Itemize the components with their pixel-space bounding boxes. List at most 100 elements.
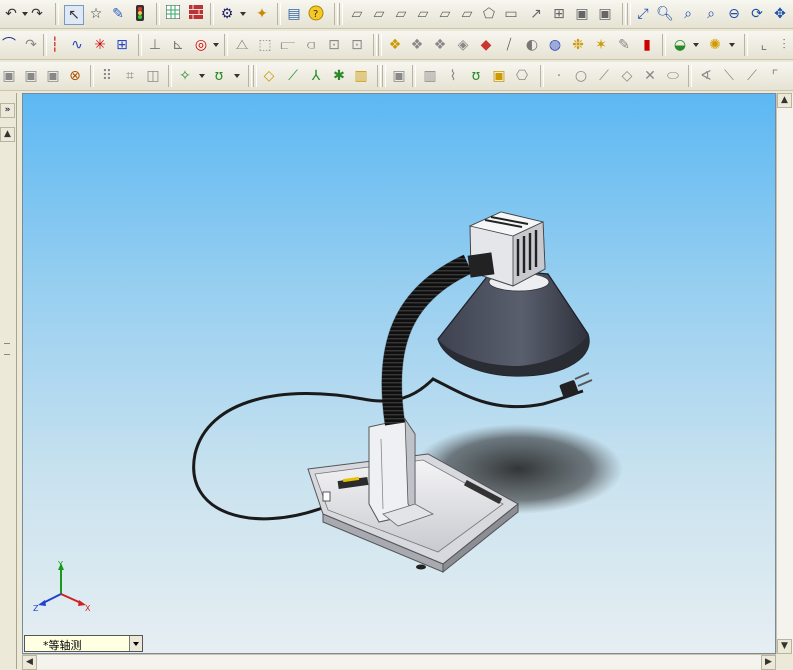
trim-icon[interactable]: ⫍: [279, 36, 297, 54]
curve-icon[interactable]: ⠿: [98, 67, 116, 85]
options-gear-dropdown-icon[interactable]: [729, 43, 735, 47]
zoom-in-out-icon[interactable]: ⌕: [679, 5, 697, 23]
extend-icon[interactable]: ⫏: [302, 36, 320, 54]
view-back-icon[interactable]: ▱: [370, 5, 388, 23]
expand-panel-button[interactable]: »: [0, 103, 15, 118]
circle-dim-dropdown-icon[interactable]: [213, 43, 219, 47]
view-bottom-icon[interactable]: ▱: [458, 5, 476, 23]
view-right-icon[interactable]: ▱: [414, 5, 432, 23]
view-orientation-select[interactable]: *等轴测: [24, 635, 143, 652]
dimension-icon[interactable]: ⊾: [169, 36, 187, 54]
explode-block-icon[interactable]: ⎔: [513, 67, 531, 85]
options-dropdown-icon[interactable]: [240, 12, 246, 16]
render-icon[interactable]: ◐: [523, 36, 541, 54]
rebuild-icon[interactable]: ✎: [109, 5, 127, 23]
block-icon[interactable]: ▣: [390, 67, 408, 85]
circle-sketch-icon[interactable]: ○: [572, 67, 590, 85]
shaded-icon[interactable]: ▣: [0, 67, 18, 85]
view-top-icon[interactable]: ▱: [436, 5, 454, 23]
view-orientation-dropdown-button[interactable]: [129, 636, 142, 651]
line-sketch-icon[interactable]: ⟋: [595, 67, 613, 85]
rotate-icon[interactable]: ⟳: [748, 5, 766, 23]
scroll-right-button[interactable]: ▶: [761, 655, 776, 670]
coordinate-system-icon[interactable]: ⅄: [307, 67, 325, 85]
composite-curve-icon[interactable]: ⟋: [284, 67, 302, 85]
properties-icon[interactable]: ▤: [285, 5, 303, 23]
corner-icon[interactable]: ⌜: [766, 67, 784, 85]
hidden-lines-icon[interactable]: ▣: [22, 67, 40, 85]
grid-icon[interactable]: [164, 4, 182, 23]
zoom-selection-icon[interactable]: ⌕: [702, 5, 720, 23]
zoom-area-icon[interactable]: 🔍︎: [656, 5, 674, 23]
reference-geometry-icon[interactable]: ▥: [352, 67, 370, 85]
surface-icon[interactable]: ❖: [408, 36, 426, 54]
brick-icon[interactable]: [187, 5, 205, 23]
perspective-icon[interactable]: ⊗: [66, 67, 84, 85]
camera-icon[interactable]: ✎: [615, 36, 633, 54]
offset-icon[interactable]: ⬚: [256, 36, 274, 54]
spline-icon[interactable]: ∿: [68, 36, 86, 54]
polygon-icon[interactable]: ◇: [618, 67, 636, 85]
split-line-icon[interactable]: ✧: [176, 67, 194, 85]
insert-block-icon[interactable]: ⌇: [444, 67, 462, 85]
weld-icon[interactable]: ❖: [431, 36, 449, 54]
part-color-icon[interactable]: ◈: [454, 36, 472, 54]
graphics-viewport[interactable]: Y X Z: [22, 93, 776, 654]
x-mark-icon[interactable]: ✕: [641, 67, 659, 85]
plane-icon[interactable]: ◫: [144, 67, 162, 85]
decal-icon[interactable]: ⧸: [500, 36, 518, 54]
traffic-light-icon[interactable]: [131, 5, 149, 23]
zoom-out-icon[interactable]: ⊖: [725, 5, 743, 23]
help-icon[interactable]: ?: [307, 5, 325, 23]
angle-icon[interactable]: ∢: [697, 67, 715, 85]
reference-point-icon[interactable]: ⫶: [775, 36, 793, 54]
line-angle-icon[interactable]: ⟍: [720, 67, 738, 85]
settings-dropdown-icon[interactable]: [693, 43, 699, 47]
horizontal-scrollbar[interactable]: ◀ ▶: [22, 654, 776, 670]
panel-grip[interactable]: [4, 343, 10, 355]
scroll-left-button[interactable]: ◀: [22, 655, 37, 670]
centerline-icon[interactable]: ┆: [46, 36, 64, 54]
view-iso-icon[interactable]: ⬠: [480, 5, 498, 23]
appearance-icon[interactable]: ◍: [546, 36, 564, 54]
select-arrow-icon[interactable]: ↖: [64, 5, 84, 25]
axis-icon[interactable]: ⌗: [121, 67, 139, 85]
linear-pattern-icon[interactable]: ⊡: [348, 36, 366, 54]
grid-sketch-icon[interactable]: ⊞: [113, 36, 131, 54]
mirror-icon[interactable]: ⊡: [325, 36, 343, 54]
redo-icon[interactable]: ↷: [28, 5, 46, 23]
scroll-up-button[interactable]: ▲: [777, 93, 792, 108]
projected-curve-dropdown-icon[interactable]: [234, 74, 240, 78]
point-sketch-icon[interactable]: ✱: [330, 67, 348, 85]
section-view-icon[interactable]: ▣: [573, 5, 591, 23]
slash-icon[interactable]: ⟋: [743, 67, 761, 85]
vertical-scrollbar[interactable]: ▲ ▼: [776, 93, 793, 654]
blocks-icon[interactable]: ▣: [490, 67, 508, 85]
zoom-fit-icon[interactable]: ⤢: [634, 5, 652, 23]
photoworks-icon[interactable]: ▮: [638, 36, 656, 54]
coordinate-icon[interactable]: ⌞: [755, 36, 773, 54]
undo-icon[interactable]: ↶: [2, 5, 20, 23]
projected-curve-icon[interactable]: ʊ: [210, 67, 228, 85]
cosmetic-thread-icon[interactable]: ❖: [386, 36, 404, 54]
wireframe-icon[interactable]: ▣: [44, 67, 62, 85]
make-block-icon[interactable]: ▥: [421, 67, 439, 85]
arc-icon[interactable]: ⌒: [0, 36, 18, 54]
panel-scroll-up-button[interactable]: ▲: [0, 127, 15, 142]
scene-icon[interactable]: ❉: [569, 36, 587, 54]
pan-icon[interactable]: ✥: [771, 5, 789, 23]
light-icon[interactable]: ✶: [592, 36, 610, 54]
scroll-down-button[interactable]: ▼: [777, 639, 792, 654]
options-icon[interactable]: ⚙: [218, 5, 236, 23]
slot-icon[interactable]: ⬭: [664, 67, 682, 85]
view-left-icon[interactable]: ▱: [392, 5, 410, 23]
view-orientation-icon[interactable]: ▣: [596, 5, 614, 23]
circle-dim-icon[interactable]: ◎: [192, 36, 210, 54]
options-gear-icon[interactable]: ✺: [706, 36, 724, 54]
point-icon[interactable]: ✳: [91, 36, 109, 54]
centerpoint-arc-icon[interactable]: ↷: [22, 36, 40, 54]
relations-icon[interactable]: ⊥: [146, 36, 164, 54]
view-front-icon[interactable]: ▱: [348, 5, 366, 23]
add-relation-icon[interactable]: ʊ: [467, 67, 485, 85]
helix-icon[interactable]: ◇: [260, 67, 278, 85]
